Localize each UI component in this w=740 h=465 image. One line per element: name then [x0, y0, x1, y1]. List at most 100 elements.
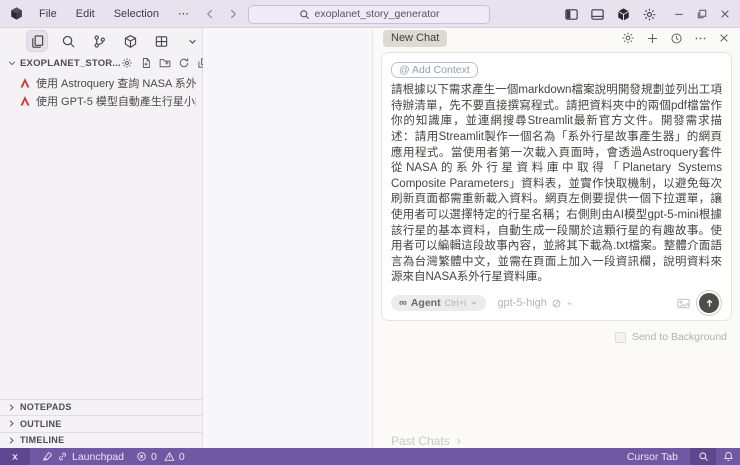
- chevron-right-icon: [7, 436, 16, 445]
- menu-bar: File Edit Selection ⋯: [39, 7, 189, 20]
- cursor-cube-icon[interactable]: [616, 7, 631, 22]
- extensions-tab-icon[interactable]: [120, 31, 140, 51]
- chevron-down-icon: [470, 299, 478, 307]
- toggle-panel-icon[interactable]: [590, 7, 605, 22]
- settings-gear-icon[interactable]: [642, 7, 657, 22]
- remote-icon: [9, 451, 21, 463]
- chat-more-ellipsis-icon[interactable]: [694, 32, 707, 45]
- explorer-folder-title: EXOPLANET_STOR...: [20, 58, 121, 69]
- chat-close-icon[interactable]: [718, 32, 730, 44]
- add-context-chip[interactable]: @ Add Context: [391, 62, 478, 78]
- link-icon: [57, 451, 68, 462]
- chat-input-toolbar: ∞ Agent Ctrl+I gpt-5-high: [391, 293, 722, 313]
- back-icon[interactable]: [203, 7, 217, 21]
- sidebar-section-outline[interactable]: OUTLINE: [0, 415, 202, 432]
- editor-area[interactable]: [203, 28, 372, 448]
- sidebar-section-timeline[interactable]: TIMELINE: [0, 432, 202, 449]
- history-nav: [203, 0, 240, 28]
- past-chats-link[interactable]: Past Chats ›: [391, 433, 740, 448]
- forward-icon[interactable]: [226, 7, 240, 21]
- chevron-down-icon: [566, 300, 573, 307]
- infinity-icon: ∞: [399, 297, 407, 309]
- windows-tab-icon[interactable]: [151, 31, 171, 51]
- model-name-label: gpt-5-high: [497, 297, 547, 309]
- sidebar-spacer: [0, 110, 202, 399]
- new-folder-icon[interactable]: [159, 57, 171, 69]
- send-button[interactable]: [699, 293, 719, 313]
- close-window-icon[interactable]: [719, 8, 731, 20]
- chat-header: New Chat: [373, 28, 740, 48]
- app-window: File Edit Selection ⋯ exoplanet_story_ge…: [0, 0, 740, 465]
- rocket-icon: [42, 451, 53, 462]
- new-chat-tab[interactable]: New Chat: [383, 30, 447, 47]
- agent-shortcut-label: Ctrl+I: [445, 298, 467, 308]
- cursor-tab-toggle[interactable]: Cursor Tab: [627, 451, 678, 463]
- file-row-astroquery-pdf[interactable]: 使用 Astroquery 查詢 NASA 系外行星...: [0, 74, 202, 92]
- explorer-tab-icon[interactable]: [27, 31, 47, 51]
- menu-file[interactable]: File: [39, 8, 57, 20]
- send-to-background-checkbox[interactable]: [615, 332, 626, 343]
- explorer-section-header[interactable]: EXOPLANET_STOR...: [0, 54, 202, 72]
- section-label: NOTEPADS: [20, 402, 72, 412]
- launchpad-button[interactable]: Launchpad: [42, 451, 124, 463]
- remote-indicator[interactable]: [0, 448, 30, 465]
- menu-edit[interactable]: Edit: [76, 8, 95, 20]
- chat-header-actions: [621, 31, 730, 45]
- chat-history-clock-icon[interactable]: [670, 32, 683, 45]
- menu-more[interactable]: ⋯: [178, 7, 189, 20]
- chevron-right-icon: ›: [457, 433, 461, 448]
- chat-settings-gear-icon[interactable]: [621, 31, 635, 45]
- file-name: 使用 Astroquery 查詢 NASA 系外行星...: [36, 75, 196, 91]
- chevron-right-icon: [7, 419, 16, 428]
- source-control-tab-icon[interactable]: [89, 31, 109, 51]
- attach-image-icon[interactable]: [676, 296, 691, 311]
- launchpad-label: Launchpad: [72, 451, 124, 463]
- new-file-icon[interactable]: [140, 57, 152, 69]
- file-row-gpt5-pdf[interactable]: 使用 GPT-5 模型自動產生行星小說故...: [0, 92, 202, 110]
- agent-mode-selector[interactable]: ∞ Agent Ctrl+I: [391, 295, 486, 311]
- warning-count: 0: [179, 451, 185, 463]
- chat-send-controls: [676, 293, 722, 313]
- error-count: 0: [151, 451, 157, 463]
- section-label: OUTLINE: [20, 419, 62, 429]
- statusbar-right: Cursor Tab: [627, 448, 740, 465]
- search-tab-icon[interactable]: [58, 31, 78, 51]
- search-icon: [299, 9, 310, 20]
- new-chat-plus-icon[interactable]: [646, 32, 659, 45]
- file-name: 使用 GPT-5 模型自動產生行星小說故...: [36, 93, 196, 109]
- chevron-right-icon: [7, 403, 16, 412]
- main-area: EXOPLANET_STOR... 使用 Astroquery 查詢 NASA …: [0, 28, 740, 448]
- chat-panel: New Chat @ Add Context 請根據以下需求產生一個markdo…: [372, 28, 740, 448]
- app-logo-icon: [9, 6, 25, 22]
- explorer-actions: [121, 57, 209, 69]
- menu-selection[interactable]: Selection: [114, 8, 159, 20]
- toggle-sidebar-icon[interactable]: [564, 7, 579, 22]
- status-bar: Launchpad 0 0 Cursor Tab: [0, 448, 740, 465]
- statusbar-search-button[interactable]: [690, 448, 716, 465]
- search-value: exoplanet_story_generator: [315, 8, 440, 20]
- web-access-icon: [551, 298, 562, 309]
- sidebar: EXOPLANET_STOR... 使用 Astroquery 查詢 NASA …: [0, 28, 203, 448]
- chevron-down-icon: [7, 58, 17, 68]
- magnifier-icon: [698, 451, 709, 462]
- warning-icon: [164, 451, 175, 462]
- activity-bar: [0, 28, 202, 54]
- section-label: TIMELINE: [20, 435, 64, 445]
- send-to-background-label: Send to Background: [632, 331, 727, 343]
- chat-message-text[interactable]: 請根據以下需求產生一個markdown檔案說明開發規劃並列出工項待辦清單，先不要…: [391, 83, 722, 286]
- notifications-bell-button[interactable]: [716, 451, 740, 462]
- pdf-file-icon: [19, 95, 31, 107]
- refresh-icon[interactable]: [178, 57, 190, 69]
- titlebar-actions: [564, 0, 740, 28]
- chat-input-card[interactable]: @ Add Context 請根據以下需求產生一個markdown檔案說明開發規…: [381, 52, 732, 321]
- activity-more-chevron-icon[interactable]: [182, 31, 202, 51]
- problems-indicator[interactable]: 0 0: [136, 451, 185, 463]
- sidebar-section-notepads[interactable]: NOTEPADS: [0, 399, 202, 416]
- folder-settings-gear-icon[interactable]: [121, 57, 133, 69]
- restore-icon[interactable]: [696, 8, 708, 20]
- error-icon: [136, 451, 147, 462]
- command-search-box[interactable]: exoplanet_story_generator: [248, 5, 490, 24]
- model-selector[interactable]: gpt-5-high: [497, 297, 573, 309]
- minimize-icon[interactable]: [673, 8, 685, 20]
- chat-message-part2: 開發需求描述：請用Streamlit製作一個名為「系外行星故事產生器」的網頁應用…: [391, 115, 722, 283]
